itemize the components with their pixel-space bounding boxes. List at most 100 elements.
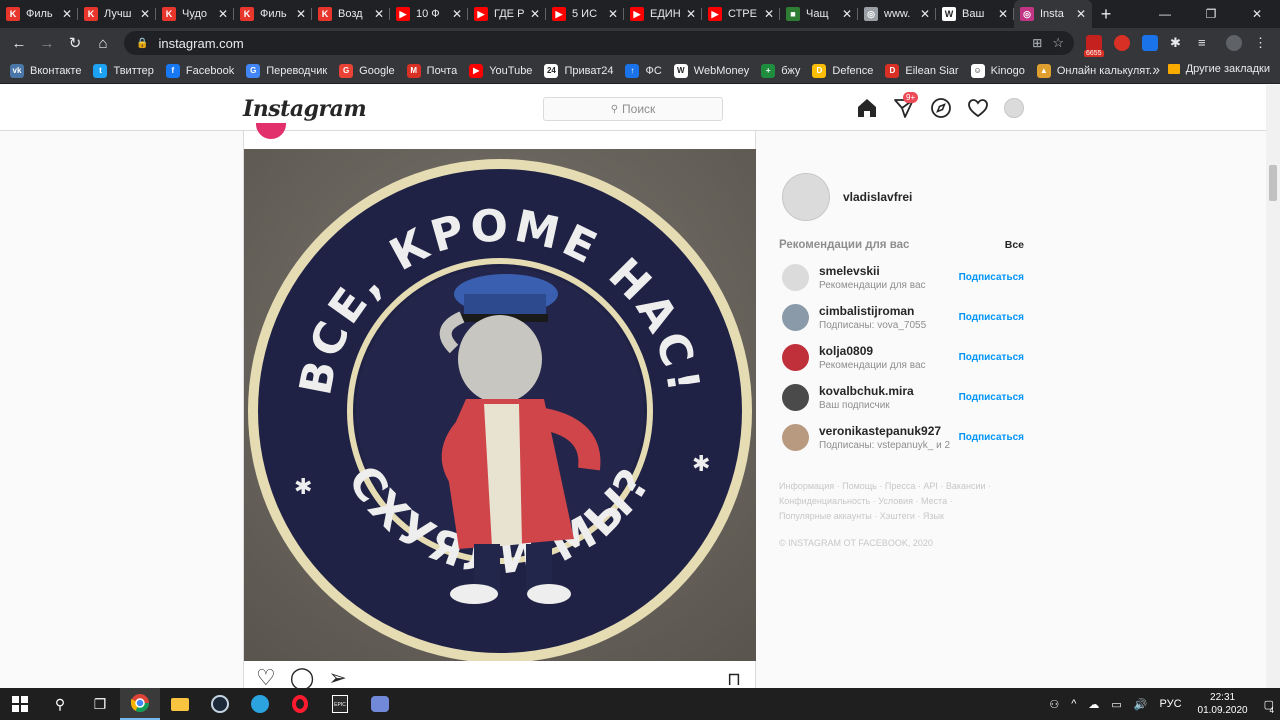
follow-button[interactable]: Подписаться bbox=[959, 352, 1024, 363]
tab-close-icon[interactable]: ✕ bbox=[62, 7, 72, 21]
home-button[interactable]: ⌂ bbox=[90, 30, 116, 56]
follow-button[interactable]: Подписаться bbox=[959, 272, 1024, 283]
volume-icon[interactable]: 🔊 bbox=[1134, 698, 1148, 711]
browser-tab[interactable]: K Возд ✕ bbox=[312, 0, 390, 28]
onedrive-icon[interactable]: ☁ bbox=[1088, 698, 1099, 711]
chrome-taskbar-icon[interactable] bbox=[120, 688, 160, 720]
browser-tab[interactable]: K Лучш ✕ bbox=[78, 0, 156, 28]
clock[interactable]: 22:31 01.09.2020 bbox=[1198, 691, 1248, 717]
footer-line[interactable]: Информация · Помощь · Пресса · API · Вак… bbox=[779, 479, 1024, 494]
reload-button[interactable]: ↻ bbox=[62, 30, 88, 56]
chevron-up-icon[interactable]: ^ bbox=[1071, 698, 1076, 710]
cloud-extension-icon[interactable] bbox=[1142, 35, 1158, 51]
recommendation-username[interactable]: kolja0809 bbox=[819, 344, 959, 358]
file-explorer-icon[interactable] bbox=[160, 688, 200, 720]
tab-close-icon[interactable]: ✕ bbox=[920, 7, 930, 21]
maximize-button[interactable]: ❐ bbox=[1188, 0, 1234, 28]
search-input[interactable]: ⚲ Поиск bbox=[543, 97, 723, 121]
epic-games-icon[interactable]: EPIC bbox=[320, 688, 360, 720]
recommendation-avatar[interactable] bbox=[782, 303, 809, 331]
home-icon[interactable] bbox=[856, 97, 878, 119]
network-icon[interactable]: ▭ bbox=[1111, 698, 1121, 711]
browser-tab[interactable]: ◎ www. ✕ bbox=[858, 0, 936, 28]
action-center-icon[interactable]: ▢ 4 bbox=[1264, 698, 1274, 715]
follow-button[interactable]: Подписаться bbox=[959, 392, 1024, 403]
scrollbar-thumb[interactable] bbox=[1269, 165, 1277, 201]
tab-close-icon[interactable]: ✕ bbox=[998, 7, 1008, 21]
see-all-link[interactable]: Все bbox=[1005, 239, 1024, 251]
bookmark-item[interactable]: 24 Приват24 bbox=[544, 63, 613, 78]
start-button[interactable] bbox=[0, 688, 40, 720]
browser-tab[interactable]: ▶ 5 ИС ✕ bbox=[546, 0, 624, 28]
bookmark-item[interactable]: G Google bbox=[339, 63, 395, 78]
browser-tab[interactable]: ■ Чащ ✕ bbox=[780, 0, 858, 28]
steam-icon[interactable] bbox=[200, 688, 240, 720]
bookmark-item[interactable]: W WebMoney bbox=[673, 63, 749, 78]
post-image[interactable]: ВСЕ, КРОМЕ НАС! СХУЯЛИ МЫ? ✱ ✱ bbox=[244, 149, 756, 663]
tab-close-icon[interactable]: ✕ bbox=[296, 7, 306, 21]
recommendation-username[interactable]: cimbalistijroman bbox=[819, 304, 959, 318]
tab-close-icon[interactable]: ✕ bbox=[764, 7, 774, 21]
media-icon[interactable]: ≡ bbox=[1198, 35, 1214, 51]
recommendation-avatar[interactable] bbox=[782, 263, 809, 291]
minimize-button[interactable]: — bbox=[1142, 0, 1188, 28]
task-view-icon[interactable]: ❐ bbox=[80, 688, 120, 720]
discord-icon[interactable] bbox=[360, 688, 400, 720]
bookmark-item[interactable]: f Facebook bbox=[165, 63, 234, 78]
recommendation-avatar[interactable] bbox=[782, 343, 809, 371]
tab-close-icon[interactable]: ✕ bbox=[140, 7, 150, 21]
browser-tab[interactable]: W Ваш ✕ bbox=[936, 0, 1014, 28]
follow-button[interactable]: Подписаться bbox=[959, 312, 1024, 323]
people-icon[interactable]: ⚇ bbox=[1049, 698, 1059, 711]
puzzle-icon[interactable]: ✱ bbox=[1170, 35, 1186, 51]
mail-extension-icon[interactable]: 6655 bbox=[1084, 35, 1104, 57]
bookmark-item[interactable]: vk Вконтакте bbox=[10, 63, 81, 78]
current-user-avatar[interactable] bbox=[782, 173, 830, 221]
language-indicator[interactable]: РУС bbox=[1160, 698, 1182, 710]
bookmark-item[interactable]: + бжу bbox=[761, 63, 800, 78]
bookmark-item[interactable]: ↑ ФС bbox=[625, 63, 662, 78]
tab-close-icon[interactable]: ✕ bbox=[686, 7, 696, 21]
footer-line[interactable]: Популярные аккаунты · Хэштеги · Язык bbox=[779, 509, 1024, 524]
profile-icon[interactable] bbox=[1226, 35, 1242, 51]
forward-button[interactable]: → bbox=[34, 30, 60, 56]
like-icon[interactable]: ♡ bbox=[256, 667, 276, 689]
tab-close-icon[interactable]: ✕ bbox=[608, 7, 618, 21]
translate-icon[interactable]: ⊞ bbox=[1032, 36, 1042, 50]
instagram-logo[interactable]: Instagram bbox=[243, 96, 367, 122]
page-scrollbar[interactable] bbox=[1266, 85, 1280, 688]
explore-icon[interactable] bbox=[930, 97, 952, 119]
comment-icon[interactable]: ◯ bbox=[290, 667, 315, 689]
recommendation-avatar[interactable] bbox=[782, 423, 809, 451]
bookmarks-more-button[interactable]: » bbox=[1153, 62, 1160, 77]
bookmark-item[interactable]: ☺ Kinogo bbox=[970, 63, 1025, 78]
bookmark-item[interactable]: ▶ YouTube bbox=[469, 63, 532, 78]
browser-tab[interactable]: K Филь ✕ bbox=[234, 0, 312, 28]
other-bookmarks[interactable]: Другие закладки bbox=[1167, 63, 1270, 75]
tab-close-icon[interactable]: ✕ bbox=[452, 7, 462, 21]
recommendation-username[interactable]: kovalbchuk.mira bbox=[819, 384, 959, 398]
browser-tab[interactable]: K Чудо ✕ bbox=[156, 0, 234, 28]
profile-avatar[interactable] bbox=[1004, 98, 1024, 118]
bookmark-item[interactable]: G Переводчик bbox=[246, 63, 327, 78]
bookmark-item[interactable]: ▲ Онлайн калькулят... bbox=[1036, 63, 1158, 78]
tab-close-icon[interactable]: ✕ bbox=[374, 7, 384, 21]
browser-tab[interactable]: ▶ СТРЕ ✕ bbox=[702, 0, 780, 28]
direct-messages-icon[interactable]: 9+ bbox=[893, 92, 919, 119]
browser-tab[interactable]: ◎ Insta ✕ bbox=[1014, 0, 1092, 28]
post-author-avatar[interactable] bbox=[256, 123, 286, 139]
browser-tab[interactable]: ▶ ЕДИН ✕ bbox=[624, 0, 702, 28]
bookmark-item[interactable]: D Eilean Siar bbox=[885, 63, 959, 78]
opera-icon[interactable] bbox=[280, 688, 320, 720]
browser-tab[interactable]: K Филь ✕ bbox=[0, 0, 78, 28]
share-icon[interactable]: ➢ bbox=[328, 667, 346, 689]
current-username[interactable]: vladislavfrei bbox=[843, 190, 912, 204]
activity-heart-icon[interactable] bbox=[967, 97, 989, 119]
bookmark-item[interactable]: D Defence bbox=[812, 63, 873, 78]
address-bar[interactable]: 🔒 instagram.com ⊞ ☆ bbox=[124, 31, 1074, 55]
tab-close-icon[interactable]: ✕ bbox=[530, 7, 540, 21]
follow-button[interactable]: Подписаться bbox=[959, 432, 1024, 443]
adblock-extension-icon[interactable] bbox=[1114, 35, 1130, 51]
recommendation-username[interactable]: veronikastepanuk927 bbox=[819, 424, 959, 438]
browser-tab[interactable]: ▶ ГДЕ Р ✕ bbox=[468, 0, 546, 28]
